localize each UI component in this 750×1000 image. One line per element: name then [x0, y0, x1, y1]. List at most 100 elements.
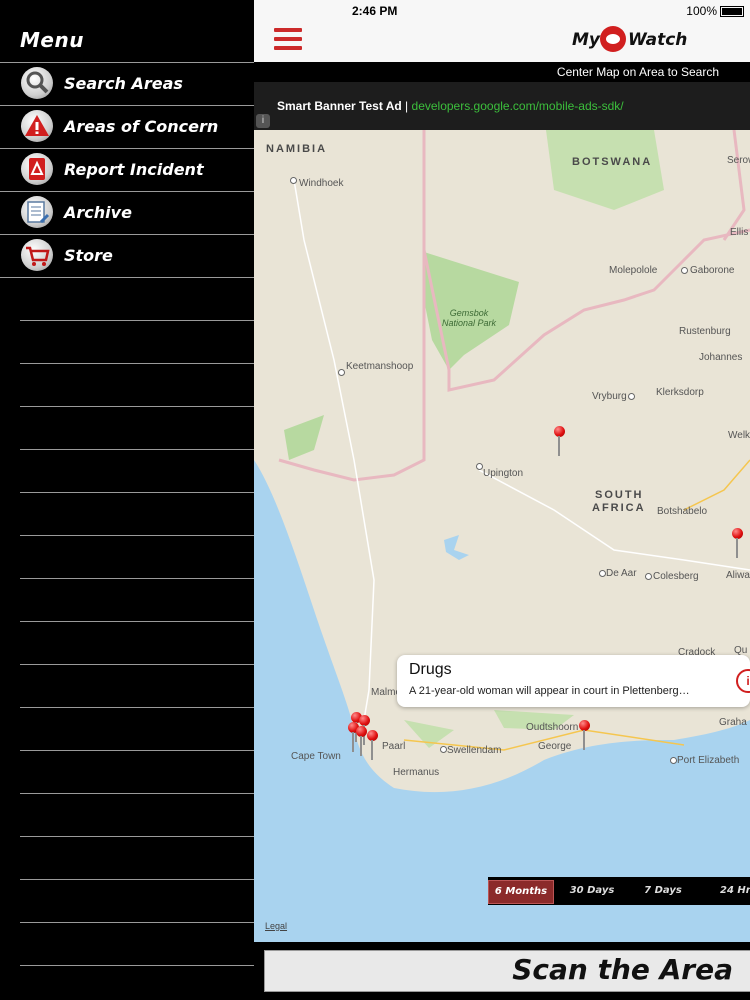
- report-icon: [21, 153, 53, 185]
- menu-divider: [20, 621, 254, 622]
- bottom-bar: Scan the Area: [254, 942, 750, 1000]
- sidebar-item-label: Report Incident: [64, 160, 204, 179]
- incident-callout[interactable]: Drugs A 21-year-old woman will appear in…: [397, 655, 750, 707]
- map-label-south: SOUTH: [595, 489, 644, 501]
- status-bar: 2:46 PM 100%: [254, 0, 750, 20]
- map-background: [254, 130, 750, 942]
- ad-link[interactable]: developers.google.com/mobile-ads-sdk/: [412, 99, 624, 113]
- range-option-30-days[interactable]: 30 Days: [560, 880, 624, 902]
- status-time: 2:46 PM: [352, 4, 398, 18]
- park-name-line-1: Gemsbok: [449, 308, 489, 318]
- map-label-city: Rustenburg: [679, 326, 731, 337]
- map-label-city: George: [538, 741, 572, 752]
- map-label-city: Windhoek: [299, 178, 344, 189]
- nav-bar: My Watch: [254, 20, 750, 62]
- sidebar-item-report-incident[interactable]: Report Incident: [0, 148, 254, 191]
- menu-divider: [20, 320, 254, 321]
- map-label-city: Cape Town: [291, 751, 341, 762]
- scan-area-button[interactable]: Scan the Area: [264, 950, 750, 992]
- sidebar-item-store[interactable]: Store: [0, 234, 254, 277]
- archive-icon: [21, 196, 53, 228]
- menu-divider: [20, 363, 254, 364]
- sidebar-item-label: Areas of Concern: [64, 117, 219, 136]
- sidebar-item-areas-of-concern[interactable]: Areas of Concern: [0, 105, 254, 148]
- map-label-city: Colesberg: [653, 571, 699, 582]
- battery-percent: 100%: [686, 4, 717, 18]
- callout-title: Drugs: [409, 661, 452, 678]
- sidebar-item-search-areas[interactable]: Search Areas: [0, 62, 254, 105]
- status-battery: 100%: [686, 4, 744, 18]
- menu-divider: [20, 879, 254, 880]
- map-label-city: Port Elizabeth: [677, 755, 740, 766]
- city-dot: [440, 746, 447, 753]
- map-label-city: Vryburg: [592, 391, 627, 402]
- map-label-city: Serow: [727, 155, 750, 166]
- map-label-city: Aliwa: [726, 570, 750, 581]
- info-icon[interactable]: i: [736, 669, 750, 693]
- menu-divider: [20, 922, 254, 923]
- map-label-city: Upington: [483, 468, 524, 479]
- range-option-6-months[interactable]: 6 Months: [488, 880, 554, 904]
- ad-banner[interactable]: Smart Banner Test Ad | developers.google…: [254, 82, 750, 130]
- menu-title: Menu: [20, 28, 84, 52]
- map-label-city: Molepolole: [609, 265, 658, 276]
- callout-description: A 21-year-old woman will appear in court…: [409, 685, 690, 697]
- city-dot: [628, 393, 635, 400]
- menu-divider: [20, 965, 254, 966]
- menu-divider: [20, 492, 254, 493]
- sidebar-menu: Menu Search Areas Areas of Concern Repor…: [0, 0, 254, 1000]
- menu-divider: [20, 449, 254, 450]
- time-range-selector: 6 Months 30 Days 7 Days 24 Hr: [488, 877, 750, 905]
- sidebar-item-label: Store: [64, 246, 113, 265]
- map-label-city: De Aar: [606, 568, 637, 579]
- hint-bar: Center Map on Area to Search: [254, 62, 750, 82]
- ad-title: Smart Banner Test Ad: [277, 99, 402, 113]
- app-logo: My Watch: [572, 26, 692, 54]
- city-dot: [476, 463, 483, 470]
- city-dot: [681, 267, 688, 274]
- range-option-7-days[interactable]: 7 Days: [631, 880, 695, 902]
- map-label-city: Oudtshoorn: [526, 722, 579, 733]
- incident-pin[interactable]: [731, 528, 745, 558]
- sidebar-item-label: Search Areas: [64, 74, 183, 93]
- range-option-24-hr[interactable]: 24 Hr: [702, 880, 750, 902]
- menu-divider: [20, 707, 254, 708]
- map-label-city: Gaborone: [690, 265, 735, 276]
- menu-divider: [20, 578, 254, 579]
- incident-pin[interactable]: [553, 426, 567, 456]
- map-label-city: Keetmanshoop: [346, 361, 414, 372]
- menu-divider: [0, 277, 254, 278]
- ad-text: Smart Banner Test Ad | developers.google…: [277, 99, 624, 113]
- scan-area-label: Scan the Area: [512, 953, 733, 986]
- map-label-city: Welk: [728, 430, 750, 441]
- map-label-city: Hermanus: [393, 767, 440, 778]
- map-label-park: Gemsbok National Park: [442, 308, 496, 328]
- logo-text-left: My: [572, 30, 600, 50]
- menu-divider: [20, 836, 254, 837]
- city-dot: [645, 573, 652, 580]
- map-label-city: Paarl: [382, 741, 406, 752]
- map-view[interactable]: NAMIBIA BOTSWANA SOUTH AFRICA Gemsbok Na…: [254, 130, 750, 942]
- city-dot: [599, 570, 606, 577]
- incident-pin[interactable]: [578, 720, 592, 750]
- menu-divider: [20, 750, 254, 751]
- map-label-city: Ellis: [730, 227, 749, 238]
- incident-pin[interactable]: [366, 730, 380, 760]
- legal-link[interactable]: Legal: [265, 921, 287, 931]
- map-label-city: Johannes: [699, 352, 743, 363]
- sidebar-item-archive[interactable]: Archive: [0, 191, 254, 234]
- menu-divider: [20, 793, 254, 794]
- ad-separator: |: [405, 99, 409, 113]
- city-dot: [338, 369, 345, 376]
- main-panel: 2:46 PM 100% My Watch Center Map on Area…: [254, 0, 750, 1000]
- hamburger-menu-icon[interactable]: [274, 28, 302, 52]
- menu-divider: [20, 664, 254, 665]
- menu-divider: [20, 406, 254, 407]
- map-label-botswana: BOTSWANA: [572, 156, 653, 168]
- cart-icon: [21, 239, 53, 271]
- map-label-africa: AFRICA: [592, 502, 646, 514]
- magnifier-icon: [21, 67, 53, 99]
- city-dot: [290, 177, 297, 184]
- sidebar-item-label: Archive: [64, 203, 132, 222]
- ad-info-icon[interactable]: i: [256, 114, 270, 128]
